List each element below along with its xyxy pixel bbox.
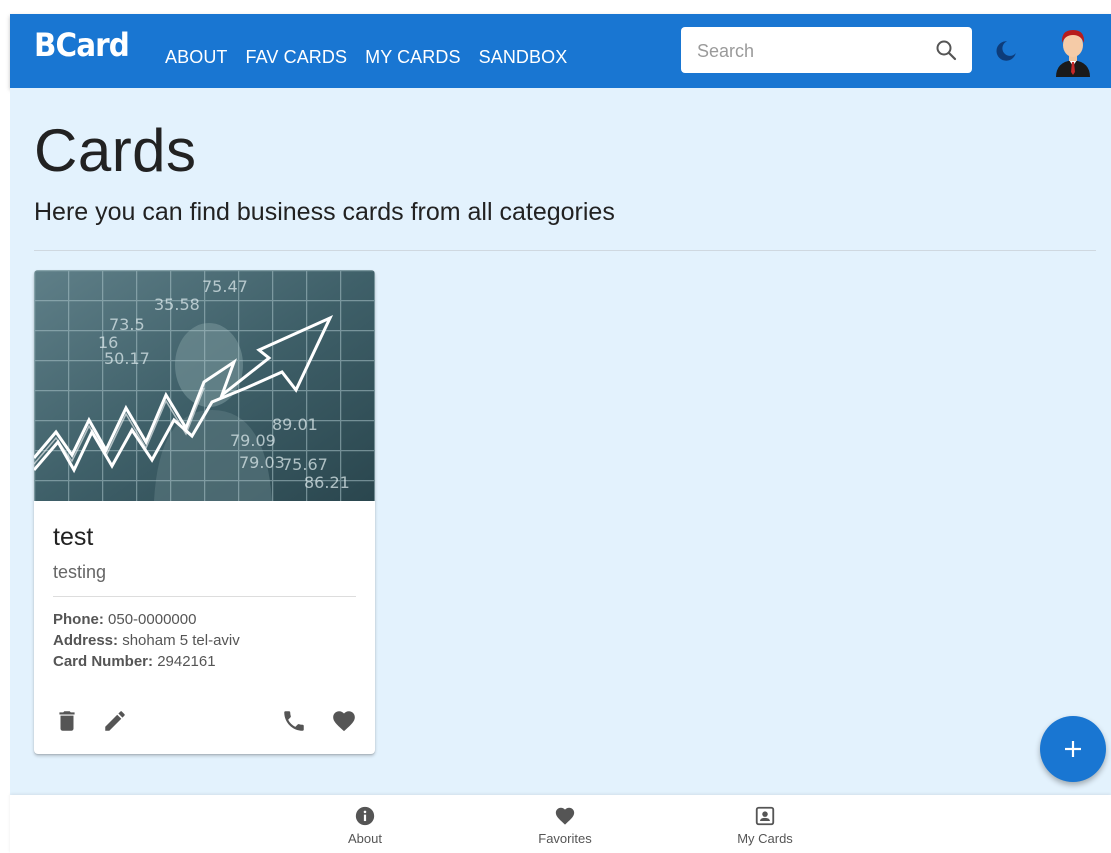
portrait-icon: [755, 806, 775, 826]
business-card[interactable]: 35.58 75.47 73.5 16 50.17 79.09 89.01 75…: [34, 270, 375, 754]
card-number-row: Card Number: 2942161: [53, 651, 240, 672]
dark-mode-moon-icon[interactable]: [993, 38, 1019, 64]
info-icon: [355, 806, 375, 826]
app-bar: BCard ABOUT FAV CARDS MY CARDS SANDBOX: [10, 14, 1111, 88]
phone-label: Phone:: [53, 611, 104, 628]
card-divider: [53, 596, 356, 597]
main-nav: ABOUT FAV CARDS MY CARDS SANDBOX: [165, 47, 567, 68]
bottom-nav-label: About: [348, 831, 382, 846]
image-number: 89.01: [272, 415, 318, 434]
image-number: 79.03: [239, 453, 285, 472]
image-number: 50.17: [104, 349, 150, 368]
bottom-nav-my-cards[interactable]: My Cards: [710, 805, 820, 846]
image-number: 75.47: [202, 277, 248, 296]
nav-about[interactable]: ABOUT: [165, 47, 228, 68]
address-label: Address:: [53, 632, 119, 649]
page-divider: [34, 250, 1096, 251]
card-phone-row: Phone: 050-0000000: [53, 609, 240, 630]
card-number-label: Card Number:: [53, 653, 154, 670]
card-actions-left: [54, 708, 128, 734]
page-title: Cards: [34, 117, 197, 184]
bottom-nav-label: My Cards: [737, 831, 793, 846]
trash-icon[interactable]: [54, 708, 80, 734]
add-card-button[interactable]: [1040, 716, 1106, 782]
bottom-nav-favorites[interactable]: Favorites: [510, 805, 620, 846]
page-subtitle: Here you can find business cards from al…: [34, 198, 615, 226]
main-content: Cards Here you can find business cards f…: [10, 88, 1111, 795]
bottom-navigation: About Favorites My Cards: [10, 795, 1111, 853]
app-logo[interactable]: BCard: [34, 26, 130, 64]
search-icon[interactable]: [934, 38, 958, 62]
bottom-nav-about[interactable]: About: [310, 805, 420, 846]
bottom-nav-label: Favorites: [538, 831, 592, 846]
plus-icon: [1065, 741, 1081, 757]
pencil-icon[interactable]: [102, 708, 128, 734]
image-number: 73.5: [109, 315, 145, 334]
image-number: 35.58: [154, 295, 200, 314]
image-number: 79.09: [230, 431, 276, 450]
phone-value: 050-0000000: [108, 611, 197, 628]
search-input[interactable]: [695, 27, 929, 75]
heart-icon[interactable]: [331, 708, 357, 734]
nav-my-cards[interactable]: MY CARDS: [365, 47, 461, 68]
card-title: test: [53, 523, 94, 551]
search-box: [681, 27, 972, 75]
phone-icon[interactable]: [281, 708, 307, 734]
card-actions-right: [281, 708, 357, 734]
image-number: 86.21: [304, 473, 350, 492]
card-info: Phone: 050-0000000 Address: shoham 5 tel…: [53, 609, 240, 672]
heart-icon: [555, 807, 575, 825]
image-number: 75.67: [282, 455, 328, 474]
user-avatar[interactable]: [1048, 25, 1098, 77]
address-value: shoham 5 tel-aviv: [122, 632, 240, 649]
card-number-value: 2942161: [157, 653, 216, 670]
nav-fav-cards[interactable]: FAV CARDS: [246, 47, 348, 68]
nav-sandbox[interactable]: SANDBOX: [479, 47, 568, 68]
card-image: 35.58 75.47 73.5 16 50.17 79.09 89.01 75…: [34, 270, 375, 501]
card-subtitle: testing: [53, 562, 107, 582]
card-address-row: Address: shoham 5 tel-aviv: [53, 630, 240, 651]
